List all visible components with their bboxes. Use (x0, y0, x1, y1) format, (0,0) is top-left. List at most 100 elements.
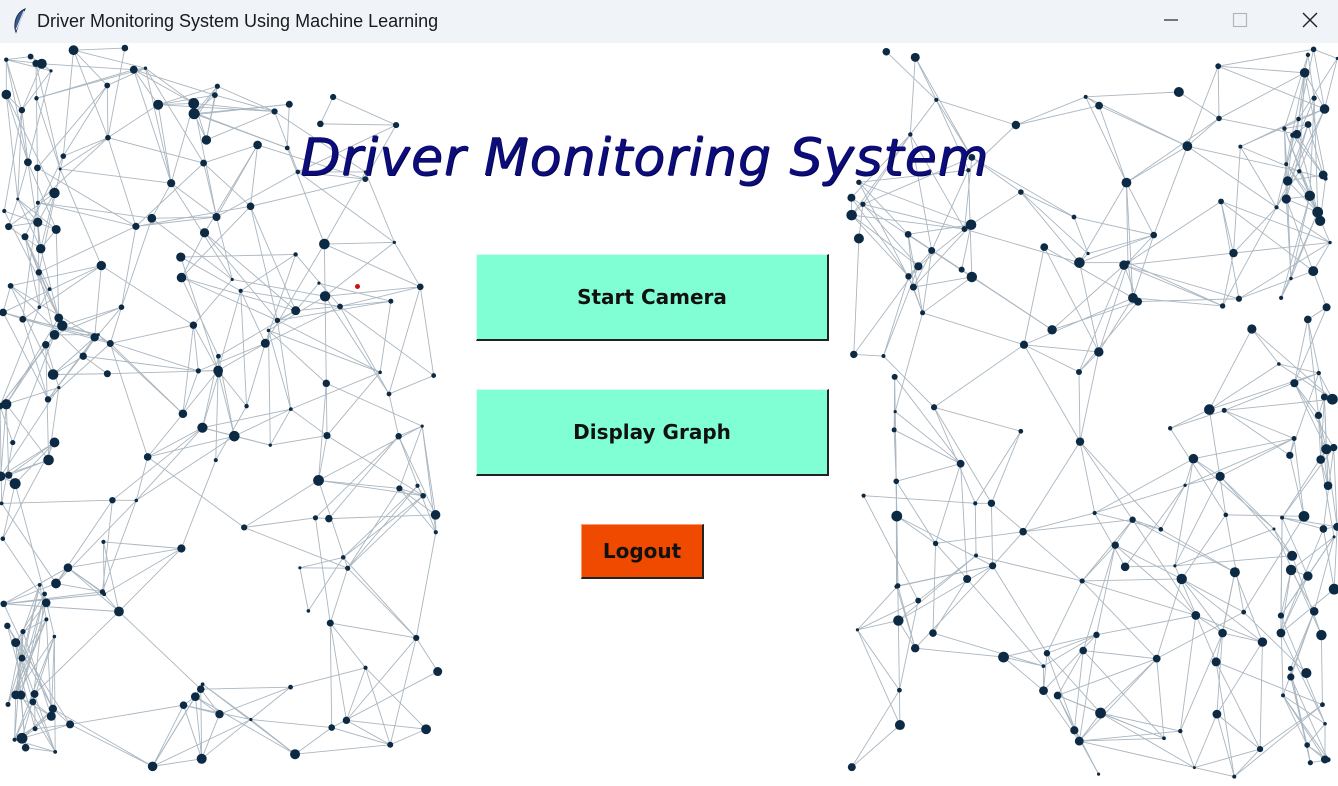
network-node (1218, 198, 1224, 205)
network-line (1233, 146, 1241, 254)
network-node (325, 514, 333, 523)
network-line (232, 279, 326, 297)
network-line (59, 168, 102, 266)
network-line (918, 228, 965, 267)
red-dot (355, 284, 360, 289)
network-line (1020, 191, 1075, 218)
network-node (1232, 774, 1237, 779)
network-node (212, 212, 221, 221)
network-node (1075, 437, 1085, 446)
network-node (914, 262, 923, 271)
network-line (318, 435, 328, 481)
network-line (1079, 740, 1195, 769)
maximize-button[interactable] (1205, 0, 1275, 43)
network-line (55, 229, 60, 318)
network-node (1183, 483, 1187, 488)
network-node (298, 566, 302, 570)
display-graph-button[interactable]: Display Graph (476, 389, 829, 476)
network-line (894, 312, 924, 412)
network-node (1307, 760, 1313, 766)
network-node (46, 711, 56, 721)
network-node (850, 350, 858, 359)
network-line (933, 407, 992, 504)
network-line (50, 636, 55, 717)
network-line (1123, 201, 1222, 266)
network-node (1158, 527, 1164, 532)
network-node (998, 651, 1009, 663)
network-node (106, 339, 114, 347)
close-button[interactable] (1275, 0, 1338, 43)
network-node (1086, 251, 1090, 256)
network-line (1320, 635, 1323, 705)
network-line (218, 373, 235, 437)
network-node (420, 492, 426, 499)
network-line (1098, 105, 1127, 183)
network-node (905, 273, 912, 280)
network-node (1129, 516, 1136, 523)
network-line (325, 383, 328, 436)
network-line (1123, 252, 1234, 266)
network-line (274, 111, 299, 173)
network-line (60, 168, 172, 184)
network-node (52, 634, 57, 639)
network-node (1120, 562, 1130, 572)
network-line (974, 503, 977, 556)
network-node (378, 370, 382, 375)
network-line (897, 565, 993, 587)
network-line (270, 435, 328, 446)
network-line (898, 555, 977, 621)
network-line (243, 480, 319, 528)
network-node (1297, 169, 1302, 174)
minimize-button[interactable] (1136, 0, 1206, 43)
start-camera-button[interactable]: Start Camera (476, 254, 829, 341)
logout-button[interactable]: Logout (581, 524, 704, 579)
network-node (345, 565, 351, 571)
network-line (1216, 713, 1261, 750)
network-node (1212, 709, 1222, 719)
network-node (1215, 63, 1222, 70)
network-node (897, 687, 902, 693)
network-line (329, 623, 333, 728)
network-node (20, 628, 26, 635)
network-node (1218, 628, 1227, 638)
network-line (1282, 611, 1315, 696)
network-line (898, 690, 901, 726)
network-node (930, 404, 938, 411)
network-node (51, 224, 61, 234)
network-line (1187, 145, 1277, 208)
network-line (268, 329, 381, 373)
network-node (66, 720, 75, 729)
network-line (1079, 234, 1154, 264)
network-line (1313, 48, 1338, 59)
network-line (990, 503, 994, 566)
network-node (16, 732, 28, 744)
network-node (132, 222, 140, 230)
network-node (934, 97, 939, 102)
network-node (1223, 512, 1229, 518)
network-node (1276, 628, 1286, 638)
network-line (318, 479, 400, 489)
network-line (1280, 528, 1324, 634)
network-node (200, 159, 208, 167)
network-line (1156, 611, 1244, 660)
title-bar[interactable]: Driver Monitoring System Using Machine L… (0, 0, 1338, 43)
network-node (214, 83, 220, 89)
network-node (21, 233, 29, 241)
network-line (347, 495, 424, 569)
network-node (1320, 393, 1328, 401)
network-node (861, 493, 866, 498)
network-node (1316, 629, 1327, 641)
network-line (319, 96, 334, 125)
network-line (1022, 441, 1081, 532)
network-node (53, 749, 58, 754)
network-line (393, 242, 421, 288)
network-node (99, 589, 106, 595)
network-line (1132, 519, 1236, 573)
network-line (2, 285, 12, 313)
network-node (33, 217, 43, 227)
network-node (274, 317, 281, 324)
network-line (932, 632, 1044, 667)
network-line (1179, 730, 1195, 768)
network-line (109, 343, 149, 458)
network-line (286, 104, 290, 148)
